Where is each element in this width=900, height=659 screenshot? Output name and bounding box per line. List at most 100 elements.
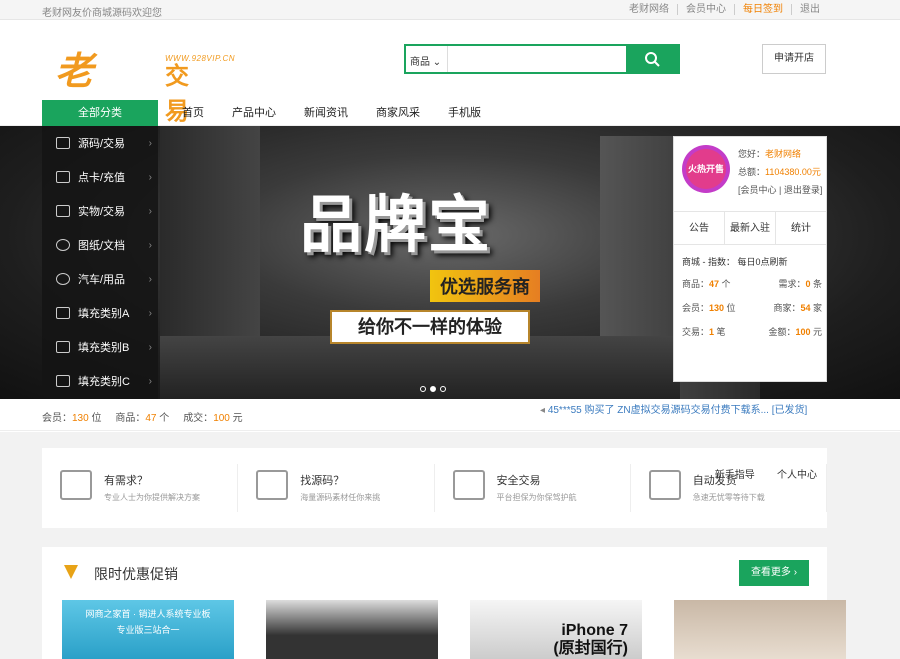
promo-thumbnails: 网商之家首 · 销进人系统专业板 专业版三站合一 iPhone 7 (原封国行)	[62, 600, 846, 659]
search-icon	[645, 52, 660, 67]
guide-link[interactable]: 新手指导	[715, 470, 755, 481]
feature-extra-links: 新手指导 个人中心	[715, 466, 817, 481]
speaker-icon: ◂	[540, 405, 548, 416]
banner-subheadline: 优选服务商	[430, 270, 540, 302]
nav-item-news[interactable]: 新闻资讯	[290, 100, 362, 127]
nav-item-merchants[interactable]: 商家风采	[362, 100, 434, 127]
diamond-icon	[64, 565, 78, 579]
promo-section: 限时优惠促销 查看更多 › 网商之家首 · 销进人系统专业板 专业版三站合一 i…	[42, 547, 846, 659]
user-panel-tabs: 公告 最新入驻 统计	[674, 211, 826, 245]
stat-goods: 商品：47 个	[682, 277, 752, 290]
search-scope-select[interactable]: 商品 ⌄	[406, 46, 448, 72]
stat-unit: 家	[810, 303, 822, 313]
purchase-ticker[interactable]: ◂ 45***55 购买了 ZN虚拟交易源码交易付费下载系... [已发货]	[540, 401, 807, 416]
promo-item[interactable]	[266, 600, 438, 659]
category-label: 源码/交易	[78, 138, 126, 150]
category-label: 图纸/文档	[78, 240, 126, 252]
category-item-auto[interactable]: 汽车/用品 ›	[42, 262, 158, 296]
top-link-logout[interactable]: 退出	[791, 4, 828, 15]
deals-label: 成交：	[183, 413, 214, 424]
code-icon	[56, 137, 70, 149]
top-link-brand[interactable]: 老财网络	[621, 4, 677, 15]
stats-grid: 商品：47 个 需求：0 条 会员：130 位 商家：54 家 交易：1 笔 金…	[682, 277, 822, 338]
stat-deals: 交易：1 笔	[682, 325, 752, 338]
feature-secure-trade[interactable]: 安全交易 平台担保为你保驾护航	[435, 464, 631, 512]
category-item-filler-a[interactable]: 填充类别A ›	[42, 296, 158, 330]
search-list-icon	[256, 470, 289, 500]
stat-unit: 元	[810, 327, 822, 337]
avatar-text: 火热开售	[686, 149, 726, 189]
feature-subtitle: 专业人士为你提供解决方案	[104, 493, 200, 502]
banner-dot-active[interactable]	[430, 386, 436, 392]
chevron-right-icon: ›	[148, 171, 152, 183]
user-panel: 火热开售 您好：老财网络 总额：1104380.00元 [会员中心 | 退出登录…	[673, 136, 827, 382]
category-label: 实物/交易	[78, 206, 126, 218]
nav-item-home[interactable]: 首页	[168, 100, 218, 127]
banner-dot[interactable]	[420, 386, 426, 392]
chevron-right-icon: ›	[148, 341, 152, 353]
search-button[interactable]	[626, 46, 678, 72]
stat-key: 会员：	[682, 303, 710, 313]
feature-subtitle: 海量源码素材任你来挑	[300, 493, 381, 502]
category-item-filler-b[interactable]: 填充类别B ›	[42, 330, 158, 364]
category-item-documents[interactable]: 图纸/文档 ›	[42, 228, 158, 262]
deals-unit: 元	[229, 413, 243, 424]
index-line: 商城 - 指数： 每日0点刷新	[682, 257, 788, 267]
promo-item[interactable]: iPhone 7 (原封国行)	[470, 600, 642, 659]
tab-new-merchants[interactable]: 最新入驻	[725, 212, 776, 244]
ticker-text: 45***55 购买了 ZN虚拟交易源码交易付费下载系... [已发货]	[547, 405, 808, 416]
nav-item-products[interactable]: 产品中心	[218, 100, 290, 127]
card-icon	[56, 171, 70, 183]
tab-notice[interactable]: 公告	[674, 212, 725, 244]
top-link-member-center[interactable]: 会员中心	[677, 4, 734, 15]
feature-demand[interactable]: 有需求？ 专业人士为你提供解决方案	[42, 464, 239, 512]
avatar[interactable]: 火热开售	[682, 145, 730, 193]
chevron-right-icon: ›	[148, 375, 152, 387]
apply-store-button[interactable]: 申请开店	[762, 44, 826, 74]
promo-item[interactable]: 网商之家首 · 销进人系统专业板 专业版三站合一	[62, 600, 234, 659]
feature-title: 找源码？	[300, 475, 345, 487]
nav-item-mobile[interactable]: 手机版	[434, 100, 495, 127]
stat-value: 100	[795, 327, 811, 337]
stat-value: 47	[709, 279, 720, 289]
search-input[interactable]	[448, 46, 626, 72]
goods-count: 47	[145, 413, 157, 424]
user-info: 您好：老财网络 总额：1104380.00元 [会员中心 | 退出登录]	[738, 145, 822, 199]
feature-subtitle: 急速无忧零等待下载	[692, 493, 765, 502]
nav-items: 首页 产品中心 新闻资讯 商家风采 手机版	[168, 100, 495, 127]
stat-amount: 金额：100 元	[752, 325, 822, 338]
promo-item[interactable]	[674, 600, 846, 659]
all-categories-button[interactable]: 全部分类	[42, 100, 158, 127]
stat-unit: 个	[719, 279, 731, 289]
feature-find-source[interactable]: 找源码？ 海量源码素材任你来挑	[238, 464, 435, 512]
goods-label: 商品：	[115, 413, 146, 424]
category-item-filler-c[interactable]: 填充类别C ›	[42, 364, 158, 398]
deals-amount: 100	[213, 413, 230, 424]
category-item-source-code[interactable]: 源码/交易 ›	[42, 126, 158, 160]
chevron-right-icon: ›	[148, 205, 152, 217]
tab-stats[interactable]: 统计	[776, 212, 826, 244]
money-icon	[452, 470, 485, 500]
view-more-button[interactable]: 查看更多 ›	[739, 560, 809, 586]
play-icon	[56, 239, 70, 251]
folder-icon	[56, 341, 70, 353]
top-link-daily-signin[interactable]: 每日签到	[734, 4, 791, 15]
banner-dot[interactable]	[440, 386, 446, 392]
category-item-physical[interactable]: 实物/交易 ›	[42, 194, 158, 228]
category-item-cards[interactable]: 点卡/充值 ›	[42, 160, 158, 194]
stat-demands: 需求：0 条	[752, 277, 822, 290]
goods-unit: 个	[156, 413, 170, 424]
hello-label: 您好：	[738, 149, 766, 159]
total-label: 总额：	[738, 167, 766, 177]
promo-item-line: 专业版三站合一	[116, 625, 180, 635]
feature-title: 安全交易	[496, 475, 541, 487]
site-stats-line: 会员：130 位 商品：47 个 成交：100 元 ◂ 45***55 购买了 …	[0, 399, 900, 431]
hero-banner[interactable]: 品牌宝 优选服务商 给你不一样的体验 源码/交易 › 点卡/充值 › 实物/交易 › …	[0, 126, 900, 399]
chevron-right-icon: ›	[148, 273, 152, 285]
header: 老财 WWW.928VIP.CN 交易 商品 ⌄ 申请开店	[0, 20, 900, 148]
user-name: 老财网络	[765, 149, 802, 159]
user-links[interactable]: [会员中心 | 退出登录]	[738, 181, 822, 199]
main-nav: 全部分类 首页 产品中心 新闻资讯 商家风采 手机版	[0, 100, 900, 127]
stat-key: 商品：	[682, 279, 710, 289]
personal-center-link[interactable]: 个人中心	[777, 470, 817, 481]
